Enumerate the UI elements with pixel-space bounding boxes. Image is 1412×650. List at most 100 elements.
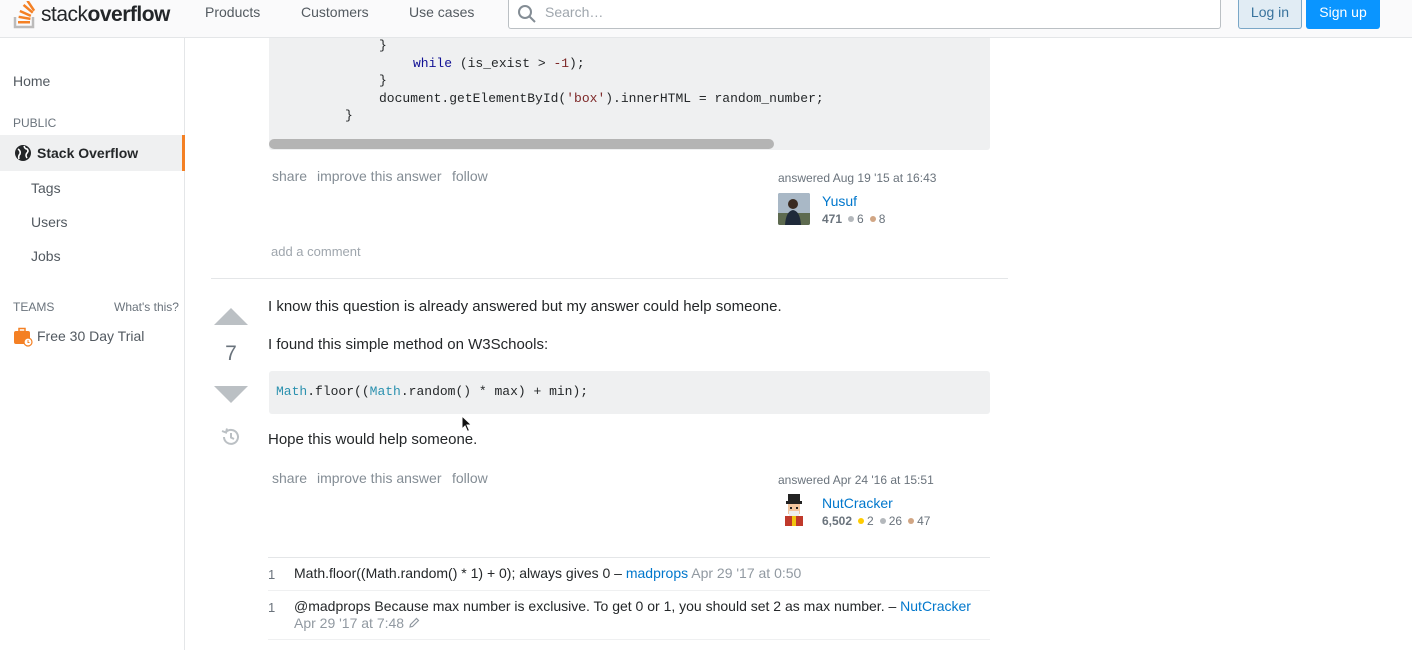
comment-date[interactable]: Apr 29 '17 at 7:48 bbox=[294, 615, 404, 631]
code-token: document.getElementById( bbox=[379, 91, 567, 106]
bronze-badge-count: 8 bbox=[878, 212, 886, 226]
comment-user-link[interactable]: NutCracker bbox=[900, 598, 971, 614]
code-token: .random() * max) + min); bbox=[400, 384, 589, 399]
vote-count: 7 bbox=[225, 342, 237, 365]
comment: @madprops Because max number is exclusiv… bbox=[294, 598, 994, 632]
whats-this-link[interactable]: What's this? bbox=[114, 300, 179, 314]
answer-paragraph: Hope this would help someone. bbox=[268, 431, 478, 448]
answer-paragraph: I found this simple method on W3Schools: bbox=[268, 336, 549, 353]
code-block: Math.floor((Math.random() * max) + min); bbox=[269, 371, 990, 414]
login-button[interactable]: Log in bbox=[1238, 0, 1302, 29]
nav-customers[interactable]: Customers bbox=[301, 4, 369, 20]
code-line: Math.floor((Math.random() * max) + min); bbox=[276, 384, 588, 399]
comment: Math.floor((Math.random() * 1) + 0); alw… bbox=[294, 565, 801, 581]
code-token: Math bbox=[276, 384, 308, 399]
comments-divider bbox=[268, 557, 990, 558]
sidebar-item-free-trial[interactable]: Free 30 Day Trial bbox=[37, 328, 144, 344]
code-token: } bbox=[345, 108, 353, 123]
answered-timestamp: answered Aug 19 '15 at 16:43 bbox=[778, 171, 937, 185]
sidebar-section-teams: TEAMS bbox=[13, 300, 55, 314]
comment-user-link[interactable]: madprops bbox=[626, 565, 688, 581]
silver-badge-icon bbox=[848, 216, 855, 222]
nutcracker-avatar-icon bbox=[785, 494, 803, 526]
silver-badge-icon bbox=[879, 518, 886, 524]
globe-icon bbox=[15, 145, 31, 161]
pencil-icon[interactable] bbox=[408, 617, 420, 629]
reputation-score: 6,502 bbox=[822, 514, 853, 528]
code-line: } bbox=[345, 108, 353, 123]
user-link[interactable]: NutCracker bbox=[822, 495, 893, 511]
sidebar-section-public: PUBLIC bbox=[13, 116, 57, 130]
code-token: (is_exist > bbox=[452, 56, 554, 71]
code-token: } bbox=[379, 73, 387, 88]
code-line: } bbox=[379, 73, 387, 88]
share-link[interactable]: share bbox=[272, 470, 307, 486]
code-token: while bbox=[413, 56, 453, 71]
code-line: } bbox=[379, 38, 387, 53]
comment-score: 1 bbox=[268, 567, 276, 582]
answered-timestamp: answered Apr 24 '16 at 15:51 bbox=[778, 473, 934, 487]
comment-divider bbox=[268, 639, 990, 640]
sidebar-item-users[interactable]: Users bbox=[31, 214, 68, 230]
reputation-score: 471 bbox=[822, 212, 843, 226]
user-photo-icon bbox=[778, 193, 810, 225]
user-link[interactable]: Yusuf bbox=[822, 193, 857, 209]
share-link[interactable]: share bbox=[272, 168, 307, 184]
code-token: Math bbox=[369, 384, 401, 399]
search-icon bbox=[518, 5, 536, 23]
top-bar: stackoverflow Products Customers Use cas… bbox=[0, 0, 1412, 38]
briefcase-icon bbox=[14, 327, 33, 347]
nav-use-cases[interactable]: Use cases bbox=[409, 4, 474, 20]
comment-text: Math.floor((Math.random() * 1) + 0); alw… bbox=[294, 565, 626, 581]
code-token: .floor(( bbox=[307, 384, 370, 399]
comment-date[interactable]: Apr 29 '17 at 0:50 bbox=[691, 565, 801, 581]
signup-button[interactable]: Sign up bbox=[1306, 0, 1380, 29]
search-input[interactable]: Search… bbox=[508, 0, 1221, 29]
site-logo[interactable]: stackoverflow bbox=[13, 0, 170, 30]
follow-link[interactable]: follow bbox=[452, 470, 488, 486]
mouse-cursor-icon bbox=[461, 415, 473, 433]
bronze-badge-icon bbox=[869, 216, 876, 222]
nav-products[interactable]: Products bbox=[205, 4, 260, 20]
follow-link[interactable]: follow bbox=[452, 168, 488, 184]
comment-text: @madprops Because max number is exclusiv… bbox=[294, 598, 901, 614]
comment-divider bbox=[268, 590, 990, 591]
downvote-button[interactable] bbox=[214, 386, 248, 403]
code-token: 'box' bbox=[566, 91, 606, 106]
answer-divider bbox=[211, 278, 1008, 279]
gold-badge-count: 2 bbox=[867, 514, 874, 528]
bronze-badge-icon bbox=[908, 518, 915, 524]
user-reputation: 6,502 2 26 47 bbox=[822, 514, 930, 528]
stack-logo-icon bbox=[13, 1, 36, 29]
bronze-badge-count: 47 bbox=[917, 514, 931, 528]
code-token: ); bbox=[569, 56, 585, 71]
code-token: ).innerHTML = random_number; bbox=[605, 91, 824, 106]
comment-score: 1 bbox=[268, 600, 276, 615]
logo-text: stackoverflow bbox=[41, 3, 170, 26]
search-placeholder: Search… bbox=[545, 4, 604, 20]
code-token: -1 bbox=[553, 56, 570, 71]
sidebar-item-label: Stack Overflow bbox=[37, 145, 139, 161]
silver-badge-count: 6 bbox=[857, 212, 864, 226]
improve-answer-link[interactable]: improve this answer bbox=[317, 470, 442, 486]
silver-badge-count: 26 bbox=[888, 514, 903, 528]
add-comment-link[interactable]: add a comment bbox=[271, 244, 361, 259]
sidebar-item-tags[interactable]: Tags bbox=[31, 180, 61, 196]
sidebar-item-home[interactable]: Home bbox=[13, 73, 50, 89]
user-reputation: 471 6 8 bbox=[822, 212, 885, 226]
sidebar-item-stack-overflow[interactable]: Stack Overflow bbox=[0, 135, 185, 171]
history-icon[interactable] bbox=[220, 426, 242, 448]
code-block: } while (is_exist > -1); } document.getE… bbox=[269, 38, 990, 150]
improve-answer-link[interactable]: improve this answer bbox=[317, 168, 442, 184]
code-token: } bbox=[379, 38, 387, 53]
sidebar-item-jobs[interactable]: Jobs bbox=[31, 248, 61, 264]
avatar[interactable] bbox=[778, 193, 810, 225]
answer-paragraph: I know this question is already answered… bbox=[268, 298, 782, 315]
gold-badge-icon bbox=[858, 518, 865, 524]
left-sidebar: Home PUBLIC Stack Overflow Tags Users Jo… bbox=[0, 38, 185, 650]
upvote-button[interactable] bbox=[214, 308, 248, 325]
code-line: document.getElementById('box').innerHTML… bbox=[379, 91, 824, 106]
avatar[interactable] bbox=[778, 494, 810, 526]
code-line: while (is_exist > -1); bbox=[413, 56, 585, 71]
code-horizontal-scrollbar[interactable] bbox=[269, 139, 774, 149]
